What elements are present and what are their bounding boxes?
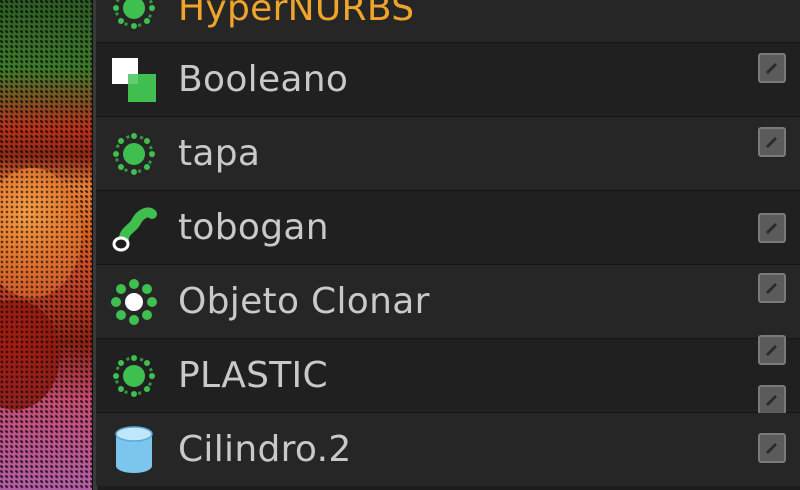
- object-row-plastic[interactable]: PLASTIC: [96, 335, 800, 415]
- object-row-cilindro-2[interactable]: Cilindro.2: [96, 413, 800, 486]
- viewport-dither: [0, 0, 92, 490]
- hypernurbs-icon: [108, 0, 160, 34]
- edit-pencil-icon[interactable]: [758, 385, 786, 415]
- hypernurbs-icon: [108, 350, 160, 402]
- edit-pencil-icon[interactable]: [758, 213, 786, 243]
- object-label: Objeto Clonar: [178, 281, 430, 322]
- viewport-preview: [0, 0, 92, 490]
- object-label: tobogan: [178, 207, 329, 248]
- cylinder-icon: [108, 424, 160, 476]
- object-label: Cilindro.2: [178, 429, 352, 470]
- sweep-icon: [108, 202, 160, 254]
- object-row-hypernurbs[interactable]: HyperNURBS: [96, 0, 800, 43]
- edit-pencil-icon[interactable]: [758, 53, 786, 83]
- object-manager-list: HyperNURBS Booleano tapa tobogan Objeto …: [96, 0, 800, 490]
- object-label: HyperNURBS: [178, 0, 415, 29]
- object-label: PLASTIC: [178, 355, 328, 396]
- edit-pencil-icon[interactable]: [758, 433, 786, 463]
- object-row-objeto-clonar[interactable]: Objeto Clonar: [96, 265, 800, 339]
- object-row-booleano[interactable]: Booleano: [96, 43, 800, 117]
- edit-pencil-icon[interactable]: [758, 273, 786, 303]
- hypernurbs-icon: [108, 128, 160, 180]
- object-row-tobogan[interactable]: tobogan: [96, 191, 800, 265]
- edit-pencil-icon[interactable]: [758, 127, 786, 157]
- object-row-tapa[interactable]: tapa: [96, 117, 800, 191]
- boolean-icon: [108, 54, 160, 106]
- edit-pencil-icon[interactable]: [758, 335, 786, 365]
- object-label: tapa: [178, 133, 261, 174]
- cloner-icon: [108, 276, 160, 328]
- object-label: Booleano: [178, 59, 349, 100]
